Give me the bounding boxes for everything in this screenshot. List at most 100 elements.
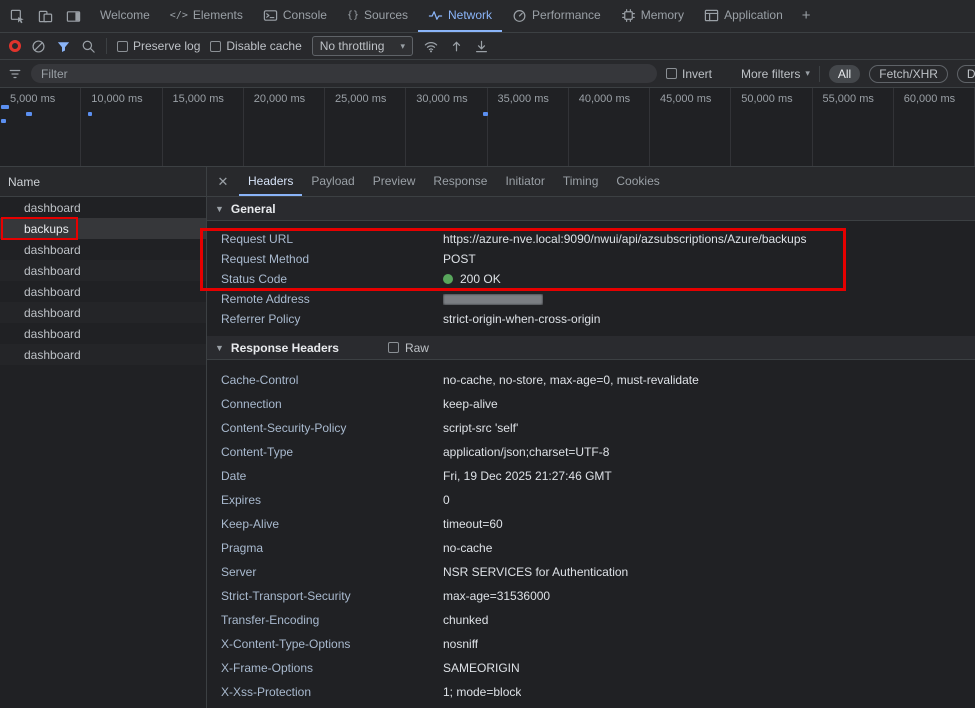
general-rows: Request URLhttps://azure-nve.local:9090/… — [207, 221, 975, 336]
header-value: chunked — [443, 613, 488, 627]
dock-side-icon[interactable] — [59, 3, 87, 29]
header-value: timeout=60 — [443, 517, 503, 531]
tab-initiator[interactable]: Initiator — [496, 167, 553, 196]
search-icon[interactable] — [81, 39, 96, 54]
filter-input[interactable] — [31, 64, 657, 83]
checkbox-box — [388, 342, 399, 353]
plus-icon: + — [802, 7, 811, 24]
import-har-icon[interactable] — [449, 39, 464, 54]
request-row[interactable]: dashboard — [0, 197, 206, 218]
filter-chip-fetch-xhr[interactable]: Fetch/XHR — [869, 65, 948, 83]
network-toolbar: Preserve log Disable cache No throttling… — [0, 33, 975, 60]
header-name: Content-Security-Policy — [207, 421, 443, 435]
device-toolbar-icon[interactable] — [31, 3, 59, 29]
close-icon[interactable]: ✕ — [207, 167, 239, 196]
tab-sources[interactable]: {} Sources — [337, 0, 418, 32]
response-headers-section-header[interactable]: ▼ Response Headers Raw — [207, 336, 975, 360]
header-name: X-Xss-Protection — [207, 685, 443, 699]
request-row-selected[interactable]: backups — [0, 218, 206, 239]
request-row[interactable]: dashboard — [0, 302, 206, 323]
filter-toggle-icon[interactable] — [56, 39, 71, 54]
header-value: application/json;charset=UTF-8 — [443, 445, 609, 459]
divider — [819, 66, 820, 82]
header-row: Content-Security-Policyscript-src 'self' — [207, 416, 975, 440]
tab-memory[interactable]: Memory — [611, 0, 694, 32]
tab-timing[interactable]: Timing — [554, 167, 608, 196]
header-value: SAMEORIGIN — [443, 661, 520, 675]
clear-icon[interactable] — [31, 39, 46, 54]
tab-payload[interactable]: Payload — [302, 167, 363, 196]
export-har-icon[interactable] — [474, 39, 489, 54]
chevron-down-icon: ▾ — [805, 68, 810, 79]
tab-label: Sources — [364, 8, 408, 22]
timeline-segment: 5,000 ms — [0, 88, 81, 166]
request-list-panel: Name dashboard backups dashboard dashboa… — [0, 167, 207, 708]
tab-headers[interactable]: Headers — [239, 167, 302, 196]
request-activity-mark — [1, 119, 6, 123]
network-icon — [428, 8, 443, 23]
tab-cookies[interactable]: Cookies — [607, 167, 668, 196]
timeline-label: 5,000 ms — [10, 93, 55, 105]
tab-performance[interactable]: Performance — [502, 0, 611, 32]
header-row: ServerNSR SERVICES for Authentication — [207, 560, 975, 584]
network-overview-timeline[interactable]: 5,000 ms 10,000 ms 15,000 ms 20,000 ms 2… — [0, 88, 975, 167]
timeline-segment: 30,000 ms — [406, 88, 487, 166]
tab-network[interactable]: Network — [418, 0, 502, 32]
sources-icon: {} — [347, 10, 359, 21]
request-row[interactable]: dashboard — [0, 260, 206, 281]
preserve-log-checkbox[interactable]: Preserve log — [117, 39, 200, 53]
checkbox-box — [666, 68, 677, 79]
request-list-header[interactable]: Name — [0, 167, 206, 197]
header-name: Date — [207, 469, 443, 483]
timeline-label: 20,000 ms — [254, 93, 305, 105]
tab-console[interactable]: Console — [253, 0, 337, 32]
filter-chip-doc[interactable]: Doc — [957, 65, 975, 83]
console-icon — [263, 8, 278, 23]
tab-label: Console — [283, 8, 327, 22]
general-section-header[interactable]: ▼ General — [207, 197, 975, 221]
tab-welcome[interactable]: Welcome — [90, 0, 160, 32]
invert-checkbox[interactable]: Invert — [666, 67, 712, 81]
header-value: nosniff — [443, 637, 478, 651]
inspect-icon[interactable] — [3, 3, 31, 29]
throttling-dropdown[interactable]: No throttling▾ — [312, 36, 413, 56]
record-button[interactable] — [9, 40, 21, 52]
request-row[interactable]: dashboard — [0, 323, 206, 344]
tab-response[interactable]: Response — [424, 167, 496, 196]
request-details-panel: ✕ Headers Payload Preview Response Initi… — [207, 167, 975, 708]
header-name: Referrer Policy — [207, 312, 443, 326]
details-tab-bar: ✕ Headers Payload Preview Response Initi… — [207, 167, 975, 197]
checkbox-box — [210, 41, 221, 52]
tab-application[interactable]: Application — [694, 0, 793, 32]
request-row[interactable]: dashboard — [0, 281, 206, 302]
timeline-label: 35,000 ms — [498, 93, 549, 105]
timeline-segment: 10,000 ms — [81, 88, 162, 166]
timeline-segment: 55,000 ms — [813, 88, 894, 166]
header-row: Keep-Alivetimeout=60 — [207, 512, 975, 536]
tab-label: Performance — [532, 8, 601, 22]
header-name: Expires — [207, 493, 443, 507]
more-tabs-button[interactable]: + — [793, 0, 820, 32]
throttling-value: No throttling — [320, 39, 385, 53]
network-conditions-icon[interactable] — [423, 39, 439, 54]
header-name: Content-Type — [207, 445, 443, 459]
checkbox-label: Raw — [405, 341, 429, 355]
header-value: https://azure-nve.local:9090/nwui/api/az… — [443, 232, 807, 246]
header-value: strict-origin-when-cross-origin — [443, 312, 600, 326]
header-row: Pragmano-cache — [207, 536, 975, 560]
performance-icon — [512, 8, 527, 23]
timeline-segment: 60,000 ms — [894, 88, 975, 166]
tab-elements[interactable]: </>Elements — [160, 0, 253, 32]
more-filters-dropdown[interactable]: More filters▾ — [741, 67, 810, 81]
header-value: 0 — [443, 493, 450, 507]
request-row[interactable]: dashboard — [0, 239, 206, 260]
disable-cache-checkbox[interactable]: Disable cache — [210, 39, 301, 53]
header-name: Request Method — [207, 252, 443, 266]
filter-chip-all[interactable]: All — [829, 65, 860, 83]
timeline-segment: 35,000 ms — [488, 88, 569, 166]
tab-preview[interactable]: Preview — [364, 167, 425, 196]
tab-label: Elements — [193, 8, 243, 22]
request-row[interactable]: dashboard — [0, 344, 206, 365]
request-activity-mark — [88, 112, 92, 116]
raw-checkbox[interactable]: Raw — [388, 341, 429, 355]
